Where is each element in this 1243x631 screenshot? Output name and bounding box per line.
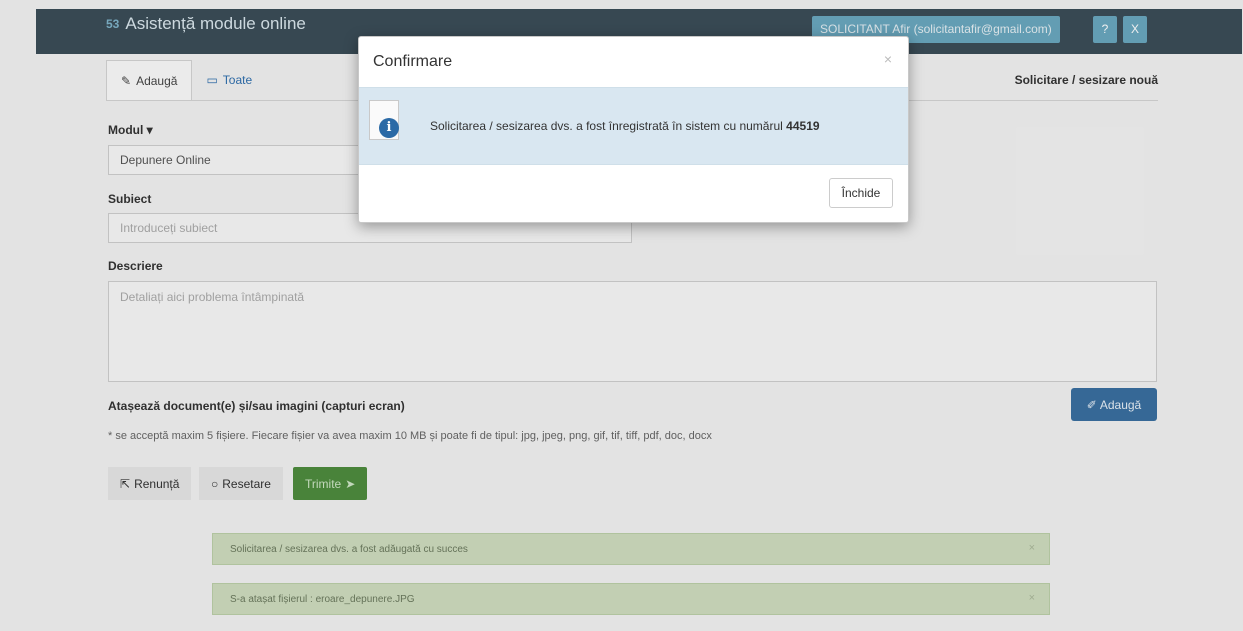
confirmation-modal: Confirmare × i Solicitarea / sesizarea d… xyxy=(358,36,909,223)
modal-close-button[interactable]: Închide xyxy=(829,178,893,208)
request-number: 44519 xyxy=(786,119,820,133)
modal-message-text: Solicitarea / sesizarea dvs. a fost înre… xyxy=(430,119,783,133)
modal-close-icon[interactable]: × xyxy=(884,51,892,67)
modal-title: Confirmare xyxy=(373,53,453,70)
modal-message: Solicitarea / sesizarea dvs. a fost înre… xyxy=(430,119,820,133)
modal-body: i Solicitarea / sesizarea dvs. a fost în… xyxy=(359,87,908,165)
info-icon: i xyxy=(379,118,399,138)
